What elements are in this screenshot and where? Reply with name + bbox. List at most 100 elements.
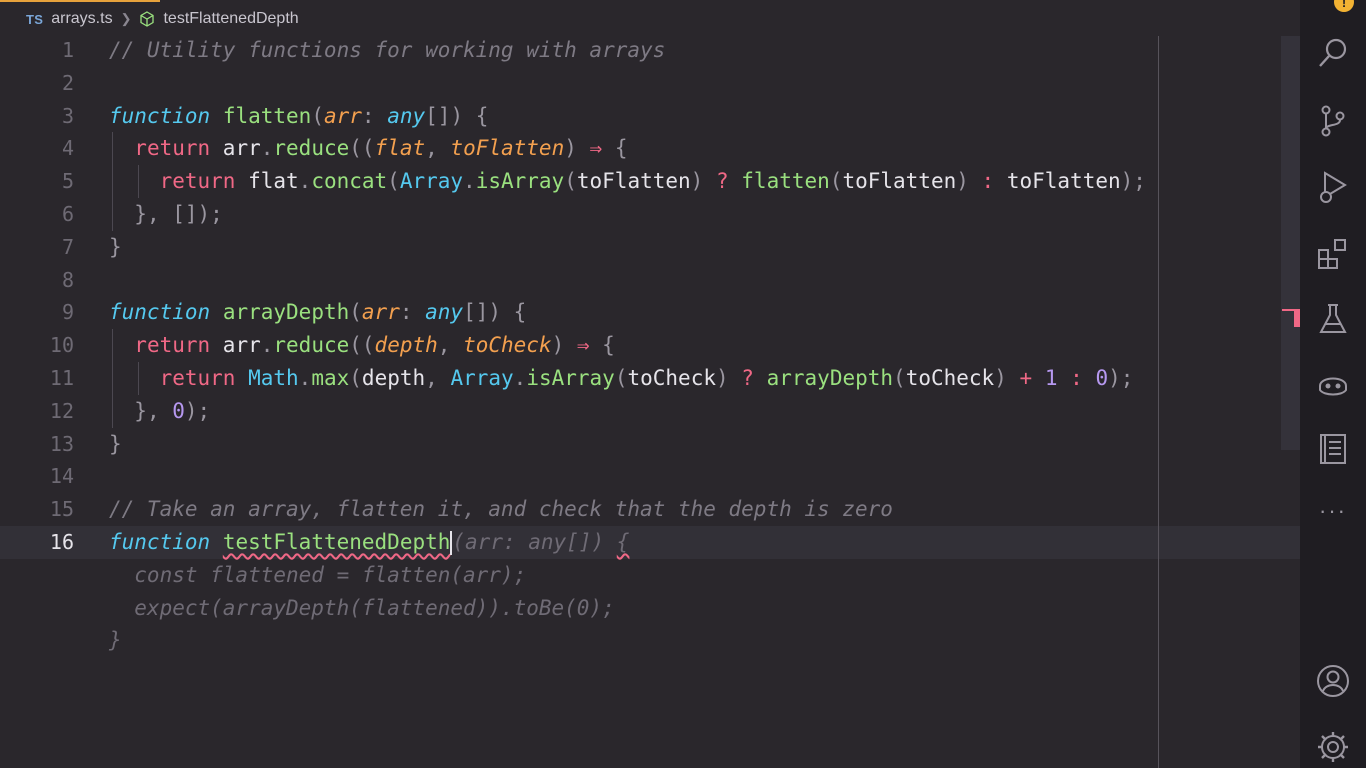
code-line[interactable]: 3 function flatten(arr: any[]) { — [0, 100, 1300, 133]
breadcrumb-file[interactable]: arrays.ts — [51, 10, 112, 28]
code-line[interactable]: 12 }, 0); — [0, 395, 1300, 428]
code-token: 1 — [1044, 366, 1058, 390]
settings-gear-icon[interactable] — [1316, 730, 1350, 764]
code-text: function arrayDepth(arr: any[]) { — [109, 296, 526, 329]
code-line[interactable]: 15 // Take an array, flatten it, and chec… — [0, 493, 1300, 526]
code-token: , — [425, 366, 451, 390]
chevron-right-icon: ❯ — [120, 11, 132, 26]
line-number: 5 — [61, 169, 74, 194]
code-token: isArray — [526, 366, 615, 390]
code-line[interactable]: 6 }, []); — [0, 198, 1300, 231]
code-token: toCheck — [905, 366, 995, 390]
source-control-icon[interactable] — [1316, 104, 1350, 138]
code-text: }, 0); — [109, 395, 210, 428]
code-line[interactable]: 14 — [0, 460, 1300, 493]
code-token: (( — [349, 136, 375, 161]
code-token: (( — [349, 333, 375, 358]
code-token: ) — [690, 169, 716, 194]
code-token: []) { — [425, 103, 489, 128]
breadcrumb-symbol[interactable]: testFlattenedDepth — [163, 10, 298, 28]
extensions-icon[interactable] — [1316, 236, 1350, 270]
code-token: any — [425, 300, 464, 325]
code-token: . — [260, 136, 274, 161]
code-text: return flat.concat(Array.isArray(toFlatt… — [109, 165, 1146, 198]
code-token: }, — [134, 398, 173, 423]
code-token: ( — [311, 103, 324, 128]
indent-guide — [138, 362, 139, 395]
code-line[interactable]: 10 return arr.reduce((depth, toCheck) ⇒ … — [0, 329, 1300, 362]
more-icon[interactable]: ··· — [1300, 498, 1366, 524]
code-line[interactable]: 5 return flat.concat(Array.isArray(toFla… — [0, 165, 1300, 198]
editor-scrollbar[interactable] — [1281, 36, 1300, 450]
code-token: . — [298, 169, 312, 194]
code-token: ( — [349, 300, 362, 325]
notebook-icon[interactable] — [1316, 432, 1350, 466]
indent-guide — [112, 132, 113, 231]
code-token: const flattened = flatten(arr); — [109, 562, 527, 587]
code-line[interactable]: 11 return Math.max(depth, Array.isArray(… — [0, 362, 1300, 395]
code-token: toFlatten — [842, 169, 957, 194]
code-line[interactable]: 4 return arr.reduce((flat, toFlatten) ⇒ … — [0, 132, 1300, 165]
run-debug-icon[interactable] — [1316, 170, 1350, 204]
code-token: 0 — [1095, 366, 1109, 390]
code-line[interactable]: 13} — [0, 428, 1300, 461]
code-line[interactable]: 16 function testFlattenedDepth(arr: any[]… — [0, 526, 1300, 559]
code-token: ( — [349, 366, 362, 390]
code-line[interactable]: 1 // Utility functions for working with a… — [0, 34, 1300, 67]
code-text: } — [109, 231, 122, 264]
line-number: 13 — [49, 431, 74, 456]
code-token: reduce — [273, 136, 350, 161]
code-token: , — [425, 136, 451, 161]
code-token: + — [1019, 366, 1033, 390]
code-token: flatten — [222, 103, 312, 128]
code-token: any — [387, 103, 426, 128]
code-token: arrayDepth — [766, 366, 894, 390]
code-line[interactable]: expect(arrayDepth(flattened)).toBe(0); — [0, 592, 1300, 625]
code-token: } — [109, 628, 122, 653]
code-token: return — [134, 333, 211, 358]
code-text: } — [109, 624, 122, 657]
code-token: depth — [374, 333, 438, 358]
code-line[interactable]: 7} — [0, 231, 1300, 264]
code-line[interactable]: 2 — [0, 67, 1300, 100]
code-token: expect(arrayDepth(flattened)).toBe(0); — [109, 595, 615, 620]
account-icon[interactable] — [1316, 664, 1350, 698]
copilot-icon[interactable] — [1316, 366, 1350, 400]
code-token: max — [311, 366, 350, 390]
code-token: ); — [1120, 169, 1146, 194]
code-token: flatten — [741, 169, 830, 194]
code-token: toFlatten — [994, 169, 1121, 194]
code-token: toCheck — [463, 333, 552, 358]
code-line[interactable]: 9 function arrayDepth(arr: any[]) { — [0, 296, 1300, 329]
typescript-file-icon: TS — [26, 11, 44, 27]
line-number: 12 — [49, 398, 74, 423]
code-token: function — [109, 103, 211, 128]
code-token: . — [298, 366, 312, 390]
code-line[interactable]: 8 — [0, 264, 1300, 297]
code-token: } — [109, 234, 122, 259]
line-number: 9 — [61, 300, 74, 325]
code-token: ⇒ — [576, 333, 590, 358]
search-icon[interactable] — [1316, 36, 1350, 70]
code-token: } — [109, 431, 122, 456]
code-token: arr — [210, 136, 261, 161]
code-token: . — [260, 333, 274, 358]
code-token: : — [981, 169, 995, 194]
code-line[interactable]: } — [0, 624, 1300, 657]
code-token: return — [134, 136, 211, 161]
breadcrumb: TS arrays.ts ❯ testFlattenedDepth — [0, 0, 1300, 38]
code-token: arr — [323, 103, 362, 128]
code-token: concat — [311, 169, 388, 194]
code-line[interactable]: const flattened = flatten(arr); — [0, 559, 1300, 592]
code-token: ( — [564, 169, 577, 194]
code-token: flat — [374, 136, 426, 161]
code-text: function flatten(arr: any[]) { — [109, 100, 488, 133]
code-editor[interactable]: 1 // Utility functions for working with a… — [0, 36, 1300, 768]
testing-icon[interactable] — [1316, 302, 1350, 336]
code-token: ( — [614, 366, 628, 390]
code-token: Array — [450, 366, 514, 390]
